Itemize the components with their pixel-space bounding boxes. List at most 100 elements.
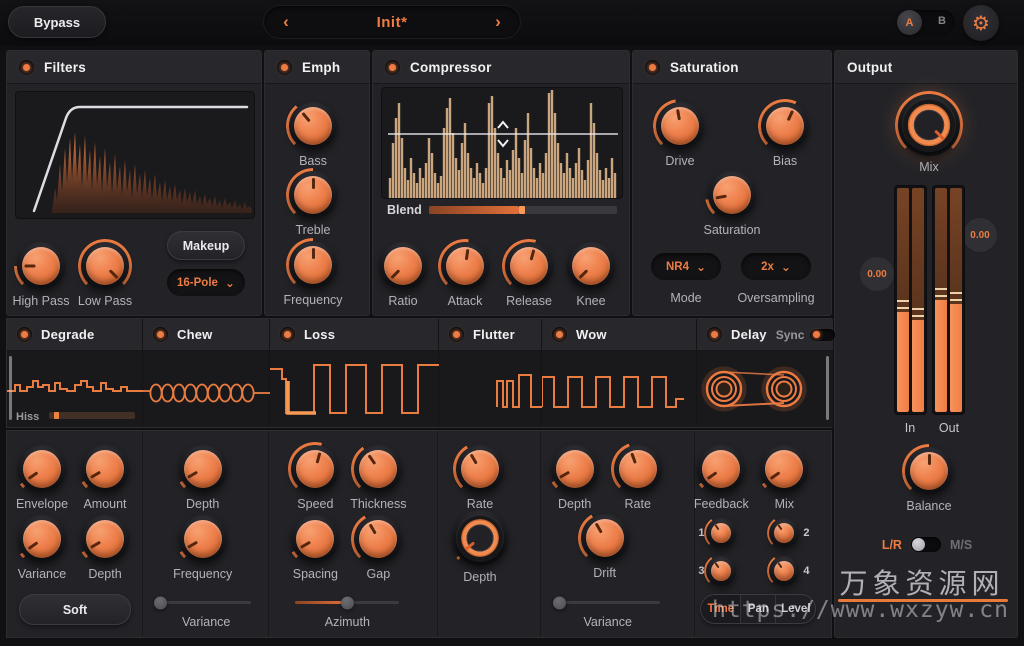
mode-value: NR4	[665, 260, 689, 273]
degrade-power-led[interactable]	[17, 327, 32, 342]
filter-spectrum-display[interactable]	[15, 91, 255, 219]
wow-rate-knob[interactable]: Rate	[600, 442, 676, 511]
delay-display	[697, 351, 833, 427]
compressor-power-led[interactable]	[385, 59, 400, 75]
chevron-down-icon: ⌄	[780, 259, 791, 274]
speed-label: Speed	[297, 497, 334, 511]
mode-dropdown[interactable]: NR4 ⌄	[651, 253, 721, 280]
ab-compare-toggle[interactable]: A B	[897, 10, 955, 35]
lr-label[interactable]: L/R	[882, 538, 902, 552]
hiss-slider-handle[interactable]	[54, 412, 59, 419]
module-controls-strip: Envelope Amount Variance Depth Soft Dept…	[6, 430, 832, 638]
watermark-site-name: 万象资源网	[839, 568, 1005, 599]
preset-name[interactable]: Init*	[308, 14, 476, 31]
settings-button[interactable]: ⚙	[963, 5, 999, 41]
delay-mix-knob[interactable]: Mix	[746, 442, 822, 511]
tap3-knob[interactable]	[704, 554, 739, 588]
bias-knob[interactable]: Bias	[747, 99, 823, 168]
output-panel: Output Mix 0.00 0.00 In Out Balance L/R …	[834, 50, 1018, 638]
azimuth-handle[interactable]	[341, 596, 355, 609]
bass-knob[interactable]: Bass	[275, 99, 351, 168]
mix-knob[interactable]: Mix	[891, 91, 967, 174]
flutter-waveform	[496, 374, 542, 408]
sync-label: Sync	[775, 327, 805, 342]
output-header: Output	[835, 51, 1017, 84]
chew-power-led[interactable]	[153, 327, 168, 342]
degrade-variance-label: Variance	[17, 567, 67, 581]
output-title: Output	[847, 59, 893, 75]
chew-depth-knob[interactable]: Depth	[165, 442, 241, 511]
ab-a-label[interactable]: A	[897, 10, 922, 35]
chew-title: Chew	[177, 327, 213, 342]
blend-slider-handle[interactable]	[519, 206, 525, 214]
oversampling-label: Oversampling	[737, 291, 815, 305]
preset-navigator: ‹ Init* ›	[263, 5, 521, 39]
wow-display	[541, 351, 696, 427]
wow-depth-label: Depth	[558, 497, 592, 511]
flutter-display	[439, 351, 542, 427]
tap4-label: 4	[803, 565, 810, 577]
saturation-power-led[interactable]	[645, 59, 660, 75]
prev-preset-icon[interactable]: ‹	[264, 12, 308, 32]
emph-frequency-knob[interactable]: Frequency	[275, 238, 351, 307]
tap4-knob[interactable]	[767, 554, 802, 588]
display-handle[interactable]	[826, 356, 829, 420]
chew-display	[143, 351, 270, 427]
balance-knob[interactable]: Balance	[891, 444, 967, 513]
wow-variance-slider[interactable]	[552, 596, 660, 609]
amount-knob[interactable]: Amount	[67, 442, 143, 511]
pole-dropdown[interactable]: 16-Pole ⌄	[167, 269, 245, 296]
ratio-label: Ratio	[388, 294, 418, 308]
chew-section: Chew	[143, 319, 270, 427]
chew-variance-slider[interactable]	[153, 596, 251, 609]
treble-knob[interactable]: Treble	[275, 168, 351, 237]
next-preset-icon[interactable]: ›	[476, 12, 520, 32]
wow-variance-handle[interactable]	[552, 596, 566, 609]
display-handle[interactable]	[9, 356, 12, 420]
flutter-power-led[interactable]	[449, 327, 464, 342]
makeup-button[interactable]: Makeup	[167, 231, 245, 260]
emph-power-led[interactable]	[277, 59, 292, 75]
flutter-rate-knob[interactable]: Rate	[442, 442, 518, 511]
filters-power-led[interactable]	[19, 59, 34, 75]
drift-label: Drift	[593, 566, 617, 580]
degrade-depth-label: Depth	[88, 567, 122, 581]
compressor-waveform-display[interactable]	[381, 87, 623, 199]
loss-power-led[interactable]	[280, 327, 295, 342]
degrade-controls: Envelope Amount Variance Depth Soft	[7, 431, 143, 637]
low-pass-knob[interactable]: Low Pass	[67, 239, 143, 308]
thickness-knob[interactable]: Thickness	[340, 442, 416, 511]
loss-section: Loss	[270, 319, 439, 427]
flutter-depth-knob[interactable]: Depth	[442, 507, 518, 584]
degrade-depth-knob[interactable]: Depth	[67, 512, 143, 581]
knee-knob[interactable]: Knee	[553, 239, 629, 308]
tap1-knob[interactable]	[704, 516, 739, 550]
flutter-title: Flutter	[473, 327, 515, 342]
emph-title: Emph	[302, 59, 341, 75]
waveform-graph	[388, 90, 618, 198]
chew-frequency-knob[interactable]: Frequency	[165, 512, 241, 581]
saturation-knob[interactable]: Saturation	[694, 168, 770, 237]
drive-knob[interactable]: Drive	[642, 99, 718, 168]
wow-power-led[interactable]	[552, 327, 567, 342]
bypass-button[interactable]: Bypass	[8, 6, 106, 38]
lr-ms-toggle[interactable]	[910, 537, 941, 552]
oversampling-dropdown[interactable]: 2x ⌄	[741, 253, 811, 280]
makeup-label: Makeup	[182, 238, 230, 253]
gap-knob[interactable]: Gap	[340, 512, 416, 581]
chew-variance-handle[interactable]	[153, 596, 167, 609]
soft-button[interactable]: Soft	[19, 594, 131, 625]
chew-controls: Depth Frequency Variance	[143, 431, 270, 637]
azimuth-slider[interactable]	[295, 596, 400, 609]
blend-slider[interactable]	[429, 206, 617, 214]
hiss-slider[interactable]	[49, 412, 135, 419]
envelope-label: Envelope	[15, 497, 69, 511]
ms-label[interactable]: M/S	[950, 538, 972, 552]
wow-rate-label: Rate	[624, 497, 651, 511]
delay-power-led[interactable]	[707, 327, 722, 342]
sync-toggle[interactable]	[810, 328, 836, 341]
drift-knob[interactable]: Drift	[567, 511, 643, 580]
tap2-knob[interactable]	[767, 516, 802, 550]
ab-b-label[interactable]: B	[938, 15, 946, 27]
wow-section: Wow	[541, 319, 697, 427]
